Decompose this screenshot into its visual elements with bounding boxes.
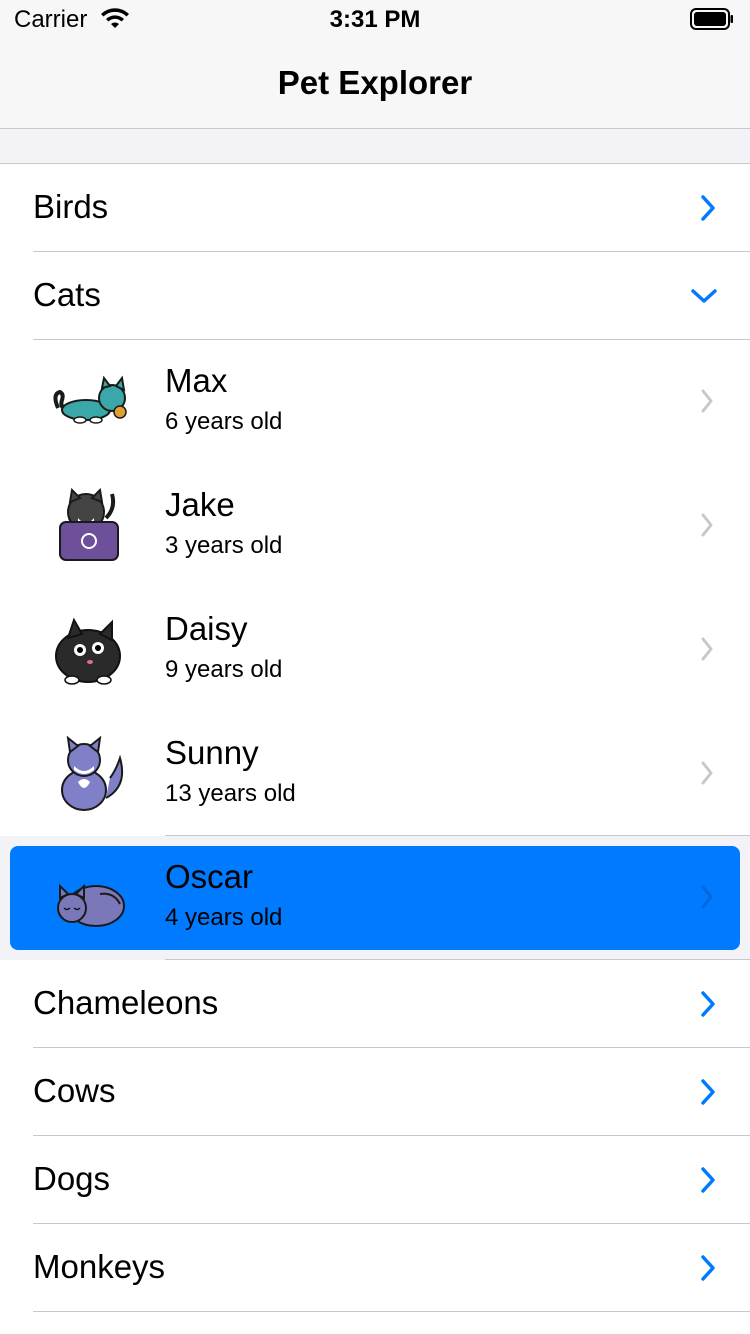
navigation-bar: Pet Explorer: [0, 42, 750, 129]
category-row-chameleons[interactable]: Chameleons: [0, 960, 750, 1048]
category-label: Monkeys: [33, 1248, 166, 1285]
pet-row-sunny[interactable]: Sunny 13 years old: [0, 712, 750, 836]
pet-name: Jake: [165, 486, 235, 523]
category-row-cats[interactable]: Cats: [0, 252, 750, 340]
cat-max-image: [53, 375, 127, 424]
chevron-right-icon: [701, 195, 715, 221]
category-label: Dogs: [33, 1160, 111, 1197]
chevron-right-icon: [701, 1079, 715, 1105]
cat-sunny-image: [61, 736, 124, 811]
category-label: Cats: [33, 276, 101, 313]
category-label: Cows: [33, 1072, 116, 1109]
page-title: Pet Explorer: [277, 64, 473, 101]
pet-name: Sunny: [165, 734, 259, 771]
pet-name: Oscar: [165, 858, 254, 895]
category-label: Birds: [33, 188, 109, 225]
chevron-down-icon: [691, 289, 717, 303]
chevron-right-icon: [701, 885, 713, 909]
status-time: 3:31 PM: [329, 6, 421, 33]
category-label: Chameleons: [33, 984, 219, 1021]
chevron-right-icon: [701, 991, 715, 1017]
section-header-gap: [0, 129, 750, 164]
pet-age: 6 years old: [165, 408, 283, 435]
pet-name: Daisy: [165, 610, 248, 647]
pet-age: 4 years old: [165, 904, 283, 931]
cat-jake-image: [59, 488, 119, 561]
status-bar: Carrier 3:31 PM: [0, 0, 750, 42]
category-row-birds[interactable]: Birds: [0, 164, 750, 252]
category-row-dogs[interactable]: Dogs: [0, 1136, 750, 1224]
battery-icon: [690, 8, 733, 30]
pet-row-max[interactable]: Max 6 years old: [0, 340, 750, 464]
category-row-monkeys[interactable]: Monkeys: [0, 1224, 750, 1312]
pet-age: 3 years old: [165, 532, 283, 559]
cat-daisy-image: [55, 617, 121, 685]
chevron-right-icon: [701, 637, 713, 661]
pet-row-jake[interactable]: Jake 3 years old: [0, 464, 750, 588]
chevron-right-icon: [701, 513, 713, 537]
category-row-cows[interactable]: Cows: [0, 1048, 750, 1136]
pet-age: 13 years old: [165, 780, 296, 807]
pet-row-daisy[interactable]: Daisy 9 years old: [0, 588, 750, 712]
row-divider: [33, 1311, 750, 1312]
chevron-right-icon: [701, 1255, 715, 1281]
chevron-right-icon: [701, 389, 713, 413]
pet-name: Max: [165, 362, 228, 399]
chevron-right-icon: [701, 761, 713, 785]
chevron-right-icon: [701, 1167, 715, 1193]
cat-oscar-image: [57, 883, 125, 927]
pet-age: 9 years old: [165, 656, 283, 683]
pet-list: Birds Cats Max 6 years old Jake 3 years …: [0, 164, 750, 1312]
pet-row-oscar[interactable]: Oscar 4 years old: [0, 836, 750, 960]
